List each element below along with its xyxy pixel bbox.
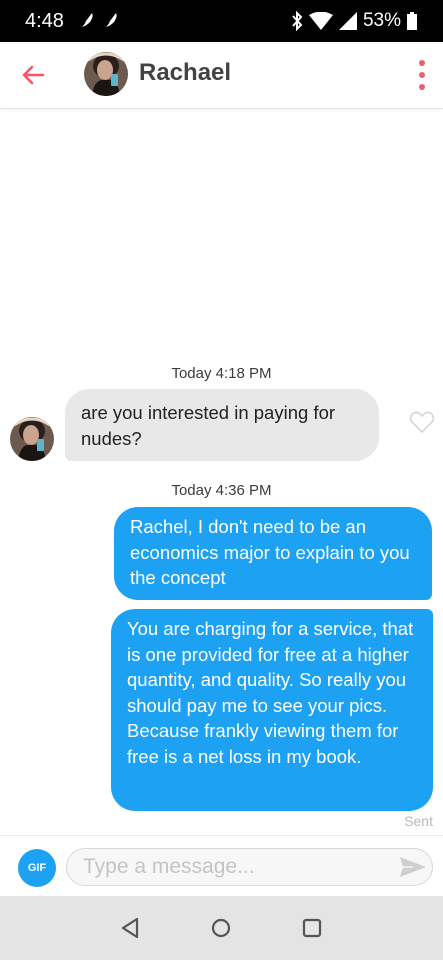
sent-status: Sent [404,813,433,829]
bluetooth-icon [292,11,303,31]
status-bar: 4:48 53% [0,0,443,42]
heart-icon[interactable] [409,410,435,434]
back-arrow-icon[interactable] [18,60,48,90]
sender-avatar[interactable] [10,417,54,461]
navigation-bar [0,896,443,960]
avatar-photo [10,417,54,461]
feather-icon [102,13,117,30]
back-triangle-icon[interactable] [118,916,142,940]
battery-percent: 53% [362,10,401,31]
avatar-photo [84,52,128,96]
message-input[interactable] [66,848,433,886]
home-circle-icon[interactable] [209,916,233,940]
sent-message-bubble[interactable]: Rachel, I don't need to be an economics … [114,507,432,600]
contact-avatar[interactable] [84,52,128,96]
signal-icon [338,12,357,30]
received-message-bubble[interactable]: are you interested in paying for nudes? [65,389,379,461]
gif-button[interactable]: GIF [18,849,56,887]
recents-square-icon[interactable] [300,916,324,940]
sent-message-bubble[interactable]: You are charging for a service, that is … [111,609,433,811]
composer-divider [0,835,443,836]
status-icons: 53% [291,10,417,32]
send-icon[interactable] [399,855,427,879]
battery-icon [407,12,417,30]
status-time: 4:48 [25,10,64,32]
chat-header: Rachael [0,42,443,109]
message-timestamp: Today 4:36 PM [171,482,272,499]
contact-name[interactable]: Rachael [139,59,231,87]
more-vertical-icon[interactable] [415,58,429,92]
feather-icon [78,13,93,30]
message-timestamp: Today 4:18 PM [171,365,272,382]
wifi-icon [308,12,333,30]
